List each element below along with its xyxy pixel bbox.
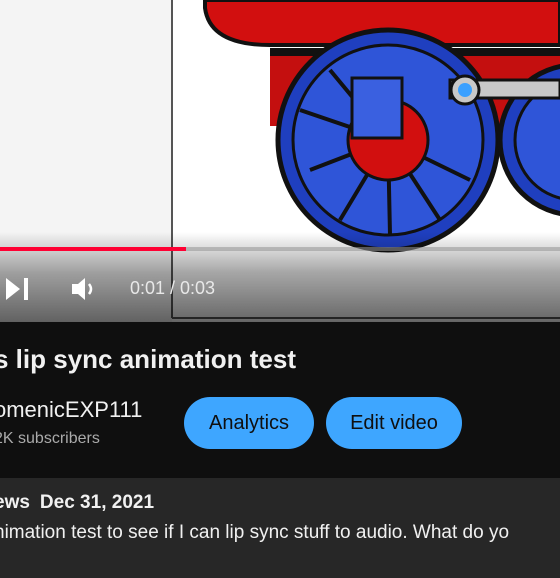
progress-bar[interactable]	[0, 247, 560, 251]
channel-name[interactable]: omenicEXP111	[0, 397, 142, 423]
description-text: nimation test to see if I can lip sync s…	[0, 522, 510, 543]
time-display: 0:01 / 0:03	[130, 278, 216, 298]
video-player[interactable]: 0:01 / 0:03	[0, 0, 560, 322]
progress-bar-fill	[0, 247, 187, 251]
video-meta: ews Dec 31, 2021	[0, 492, 164, 514]
edit-video-button[interactable]: Edit video	[326, 397, 462, 449]
analytics-button[interactable]: Analytics	[184, 397, 314, 449]
wheel-left	[275, 27, 501, 253]
video-title: s lip sync animation test	[0, 344, 296, 374]
subscriber-count: 2K subscribers	[0, 430, 100, 447]
skip-next-icon[interactable]	[4, 276, 32, 302]
upload-date: Dec 31, 2021	[39, 492, 155, 513]
volume-icon[interactable]	[70, 276, 98, 302]
view-count: ews	[0, 492, 30, 513]
